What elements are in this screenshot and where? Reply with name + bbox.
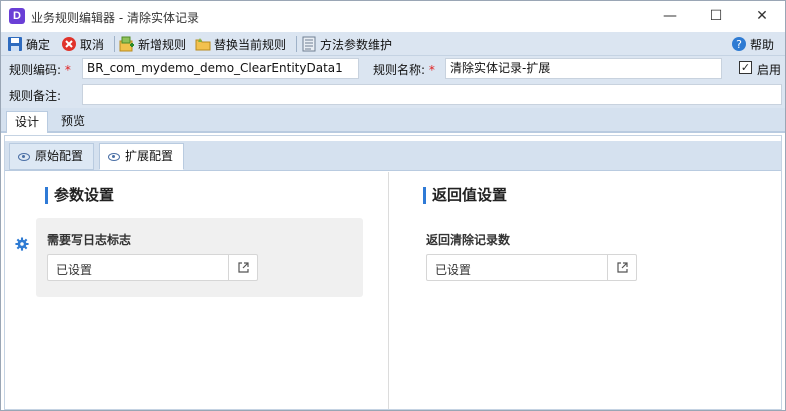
design-panel: 原始配置 扩展配置 参数设置 需要写日志标志 已设置 返回值设置 返回清除记录数… [4, 135, 782, 410]
list-icon [302, 36, 316, 52]
title-bar: D 业务规则编辑器 - 清除实体记录 — ☐ ✕ [1, 1, 785, 32]
gear-icon[interactable] [15, 237, 29, 251]
help-label: 帮助 [750, 37, 775, 52]
return-edit-button[interactable] [607, 255, 636, 280]
rule-remark-input[interactable] [82, 84, 782, 105]
param-field-label: 需要写日志标志 [47, 233, 132, 247]
new-rule-icon [119, 36, 134, 52]
param-card: 需要写日志标志 已设置 [36, 218, 363, 297]
params-section-title: 参数设置 [45, 187, 114, 204]
minimize-button[interactable]: — [647, 1, 693, 32]
new-rule-label: 新增规则 [138, 37, 187, 52]
cancel-button[interactable]: 取消 [61, 35, 104, 53]
ok-label: 确定 [26, 37, 51, 52]
open-external-icon [617, 262, 628, 273]
subtab-extended-label: 扩展配置 [125, 149, 174, 163]
tab-preview[interactable]: 预览 [53, 111, 93, 133]
editor-window: D 业务规则编辑器 - 清除实体记录 — ☐ ✕ 确定 取消 新增规则 替换当前… [0, 0, 786, 411]
param-edit-button[interactable] [228, 255, 257, 280]
method-params-button[interactable]: 方法参数维护 [301, 35, 392, 53]
folder-icon [195, 38, 211, 51]
rule-name-label: 规则名称: * [373, 63, 435, 77]
rule-code-label: 规则编码: * [9, 63, 71, 77]
return-value-field[interactable]: 已设置 [426, 254, 637, 281]
returns-section-title: 返回值设置 [423, 187, 507, 204]
required-mark: * [64, 63, 71, 77]
required-mark: * [428, 63, 435, 77]
ok-button[interactable]: 确定 [7, 35, 50, 53]
main-tabs: 设计 预览 [1, 108, 785, 133]
toolbar: 确定 取消 新增规则 替换当前规则 方法参数维护 ? 帮助 [1, 32, 785, 56]
toolbar-separator [296, 36, 297, 52]
enable-checkbox[interactable]: ✓ [739, 61, 752, 74]
config-subtabs: 原始配置 扩展配置 [5, 141, 781, 171]
app-icon: D [9, 8, 25, 24]
replace-rule-label: 替换当前规则 [214, 37, 287, 52]
save-icon [8, 37, 22, 51]
config-content: 参数设置 需要写日志标志 已设置 返回值设置 返回清除记录数 已设置 [5, 172, 781, 409]
svg-text:?: ? [736, 38, 742, 51]
tab-design[interactable]: 设计 [6, 111, 49, 133]
return-value-text: 已设置 [435, 263, 472, 277]
rule-name-input[interactable]: 清除实体记录-扩展 [445, 58, 722, 79]
eye-icon [108, 152, 120, 161]
replace-rule-button[interactable]: 替换当前规则 [195, 35, 286, 53]
subtab-original-label: 原始配置 [35, 149, 84, 163]
method-params-label: 方法参数维护 [320, 37, 393, 52]
window-title: 业务规则编辑器 - 清除实体记录 [31, 11, 199, 25]
subtab-original-config[interactable]: 原始配置 [9, 143, 95, 170]
help-icon: ? [732, 37, 746, 51]
close-button[interactable]: ✕ [739, 1, 785, 32]
rule-fields: 规则编码: * BR_com_mydemo_demo_ClearEntityDa… [1, 56, 785, 108]
cancel-label: 取消 [80, 37, 105, 52]
subtab-extended-config[interactable]: 扩展配置 [99, 143, 185, 170]
enable-label: 启用 [757, 63, 782, 77]
open-external-icon [238, 262, 249, 273]
eye-icon [18, 152, 30, 161]
new-rule-button[interactable]: 新增规则 [119, 35, 186, 53]
param-value-field[interactable]: 已设置 [47, 254, 258, 281]
toolbar-separator [114, 36, 115, 52]
column-divider [388, 172, 389, 409]
return-field-label: 返回清除记录数 [426, 233, 511, 247]
maximize-button[interactable]: ☐ [693, 1, 739, 32]
param-value-text: 已设置 [56, 263, 93, 277]
rule-code-input[interactable]: BR_com_mydemo_demo_ClearEntityData1 [82, 58, 359, 79]
rule-remark-label: 规则备注: [9, 89, 62, 103]
cancel-icon [62, 37, 76, 51]
help-button[interactable]: ? 帮助 [731, 35, 774, 53]
